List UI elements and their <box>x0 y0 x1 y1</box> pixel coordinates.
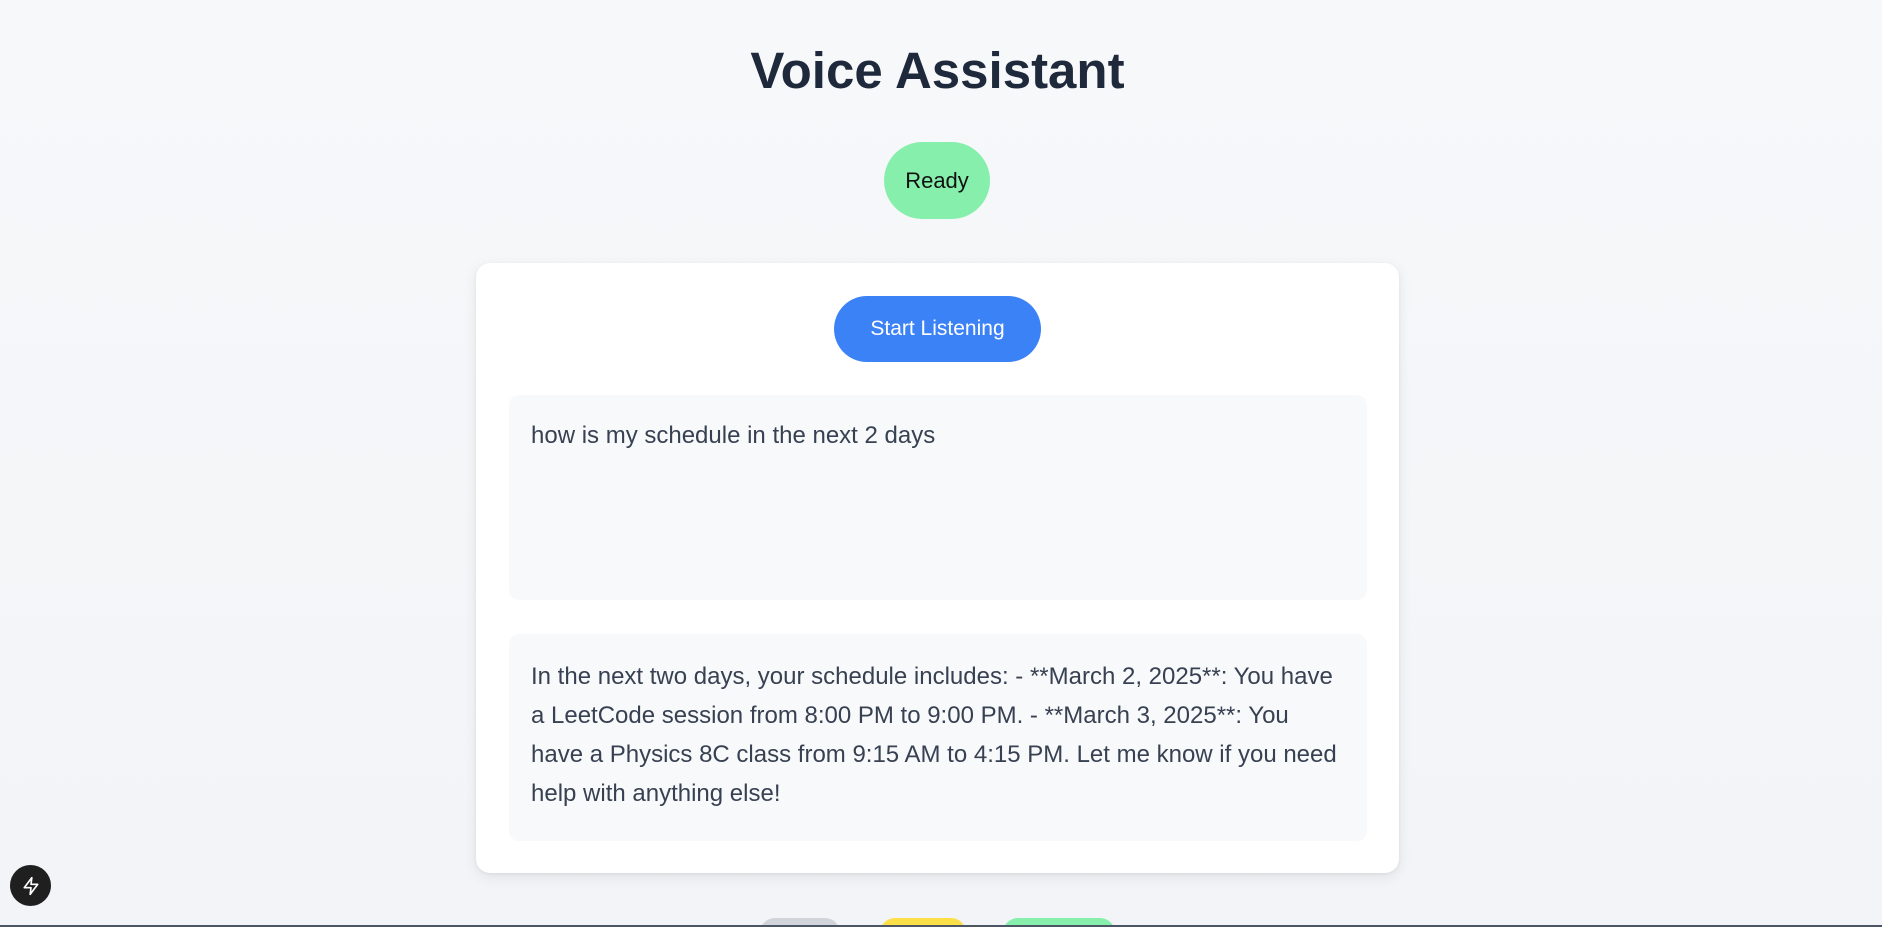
assistant-card: Start Listening how is my schedule in th… <box>476 263 1399 873</box>
start-listening-button[interactable]: Start Listening <box>834 296 1041 362</box>
transcript-text: how is my schedule in the next 2 days <box>531 422 936 449</box>
dev-tools-button[interactable] <box>10 865 51 906</box>
response-panel: In the next two days, your schedule incl… <box>509 634 1367 841</box>
transcript-panel: how is my schedule in the next 2 days <box>509 395 1367 600</box>
bolt-icon <box>23 876 39 895</box>
page-title: Voice Assistant <box>750 42 1125 99</box>
response-text: In the next two days, your schedule incl… <box>531 663 1337 807</box>
status-badge: Ready <box>884 142 990 219</box>
